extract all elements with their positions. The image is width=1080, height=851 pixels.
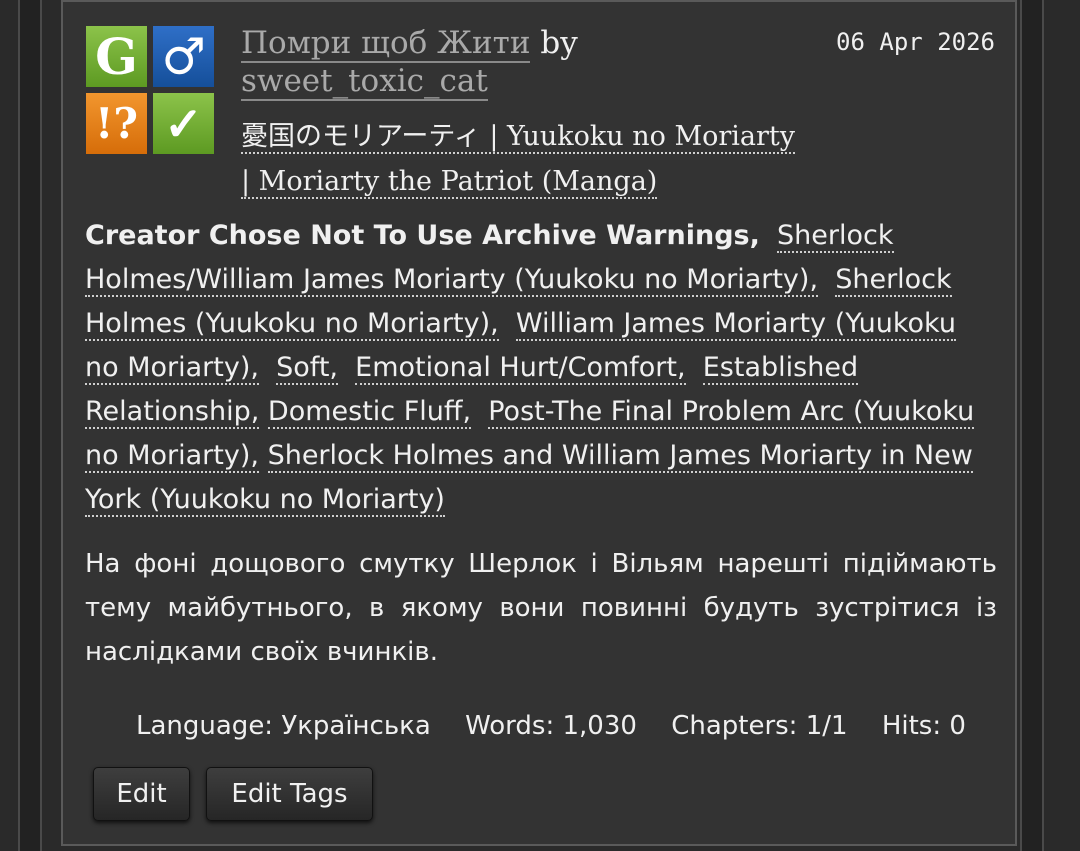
fandom-link[interactable]: 憂国のモリアーティ | Yuukoku no Moriarty | Moriar… (241, 114, 861, 204)
tag-list: Creator Chose Not To Use Archive Warning… (85, 214, 997, 522)
category-mm-icon[interactable]: ♂ (153, 26, 214, 87)
work-blurb: G ♂ !? ✓ Помри щоб Жити by sweet_toxic_c… (61, 0, 1017, 846)
warning-tag[interactable]: Creator Chose Not To Use Archive Warning… (85, 220, 760, 251)
warnings-choose-not-icon[interactable]: !? (86, 93, 147, 154)
hits-label: Hits: (881, 711, 942, 741)
right-border (1020, 0, 1044, 851)
author-link[interactable]: sweet_toxic_cat (241, 63, 488, 101)
work-stats: Language: Українська Words: 1,030 Chapte… (136, 711, 966, 741)
work-title-link[interactable]: Помри щоб Жити (241, 25, 531, 63)
edit-button[interactable]: Edit (93, 767, 190, 821)
hits-value: 0 (949, 711, 966, 741)
words-label: Words: (465, 711, 555, 741)
freeform-tag-soft[interactable]: Soft, (276, 352, 338, 385)
work-date: 06 Apr 2026 (836, 28, 995, 56)
fandom-line-1[interactable]: 憂国のモリアーティ | Yuukoku no Moriarty (241, 121, 796, 154)
edit-tags-button[interactable]: Edit Tags (206, 767, 373, 821)
required-tags: G ♂ !? ✓ (86, 26, 216, 156)
freeform-tag-domestic-fluff[interactable]: Domestic Fluff, (267, 396, 472, 429)
freeform-tag-hurt-comfort[interactable]: Emotional Hurt/Comfort, (355, 352, 686, 385)
words-value: 1,030 (562, 711, 637, 741)
work-heading: Помри щоб Жити by sweet_toxic_cat (241, 24, 841, 101)
complete-work-icon[interactable]: ✓ (153, 93, 214, 154)
work-summary: На фоні дощового смутку Шерлок і Вільям … (85, 549, 997, 667)
chapters-value: 1/1 (805, 711, 848, 741)
chapters-label: Chapters: (671, 711, 798, 741)
fandom-line-2[interactable]: | Moriarty the Patriot (Manga) (241, 166, 658, 199)
by-label: by (540, 25, 578, 61)
rating-general-icon[interactable]: G (86, 26, 147, 87)
language-value: Українська (281, 711, 431, 741)
language-label: Language: (136, 711, 274, 741)
left-border (18, 0, 42, 851)
